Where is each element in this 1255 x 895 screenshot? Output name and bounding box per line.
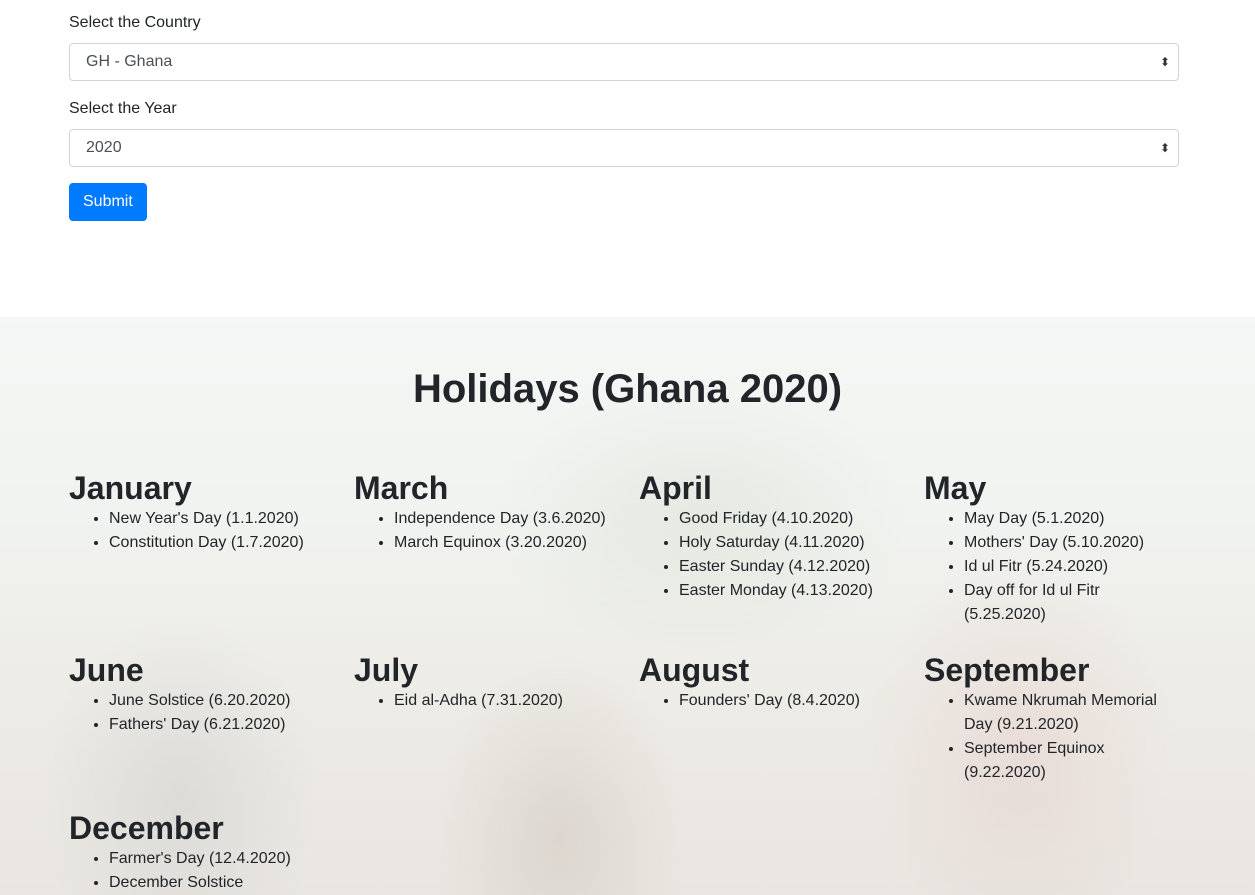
holiday-list: May Day (5.1.2020) Mothers' Day (5.10.20… <box>924 507 1179 627</box>
month-heading: July <box>354 652 419 688</box>
chevron-updown-icon: ⬍ <box>1159 55 1170 69</box>
form-section: Select the Country GH - Ghana ⬍ Select t… <box>0 0 1255 317</box>
month-january: January New Year's Day (1.1.2020) Consti… <box>69 469 324 555</box>
month-heading: March <box>354 470 449 506</box>
chevron-updown-icon: ⬍ <box>1159 141 1170 155</box>
country-select[interactable]: GH - Ghana ⬍ <box>69 43 1179 81</box>
list-item: Kwame Nkrumah Memorial Day (9.21.2020) <box>964 689 1179 737</box>
list-item: Easter Monday (4.13.2020) <box>679 579 894 603</box>
list-item: March Equinox (3.20.2020) <box>394 531 609 555</box>
list-item: May Day (5.1.2020) <box>964 507 1179 531</box>
holiday-list: Farmer's Day (12.4.2020) December Solsti… <box>69 847 324 895</box>
submit-button[interactable]: Submit <box>69 183 147 221</box>
month-heading: September <box>924 652 1090 688</box>
month-july: July Eid al-Adha (7.31.2020) <box>354 651 609 713</box>
holiday-list: Founders' Day (8.4.2020) <box>639 689 894 713</box>
holidays-title: Holidays (Ghana 2020) <box>412 367 843 411</box>
month-december: December Farmer's Day (12.4.2020) Decemb… <box>69 809 324 895</box>
country-label: Select the Country <box>69 14 201 31</box>
holiday-list: Kwame Nkrumah Memorial Day (9.21.2020) S… <box>924 689 1179 785</box>
holiday-list: New Year's Day (1.1.2020) Constitution D… <box>69 507 324 555</box>
month-june: June June Solstice (6.20.2020) Fathers' … <box>69 651 324 737</box>
list-item: Holy Saturday (4.11.2020) <box>679 531 894 555</box>
list-item: Farmer's Day (12.4.2020) <box>109 847 324 871</box>
holiday-list: Good Friday (4.10.2020) Holy Saturday (4… <box>639 507 894 603</box>
list-item: Fathers' Day (6.21.2020) <box>109 713 324 737</box>
month-august: August Founders' Day (8.4.2020) <box>639 651 894 713</box>
list-item: December Solstice <box>109 871 324 895</box>
month-heading: April <box>639 470 712 506</box>
month-april: April Good Friday (4.10.2020) Holy Satur… <box>639 469 894 603</box>
month-heading: December <box>69 810 224 846</box>
holidays-section: Holidays (Ghana 2020) January New Year's… <box>0 317 1255 895</box>
list-item: Mothers' Day (5.10.2020) <box>964 531 1179 555</box>
month-heading: May <box>924 470 987 506</box>
list-item: Good Friday (4.10.2020) <box>679 507 894 531</box>
holiday-list: Eid al-Adha (7.31.2020) <box>354 689 609 713</box>
list-item: Independence Day (3.6.2020) <box>394 507 609 531</box>
month-heading: January <box>69 470 192 506</box>
holiday-list: Independence Day (3.6.2020) March Equino… <box>354 507 609 555</box>
list-item: Id ul Fitr (5.24.2020) <box>964 555 1179 579</box>
list-item: Easter Sunday (4.12.2020) <box>679 555 894 579</box>
year-label: Select the Year <box>69 100 177 117</box>
holiday-list: June Solstice (6.20.2020) Fathers' Day (… <box>69 689 324 737</box>
year-select-value: 2020 <box>86 139 122 156</box>
month-may: May May Day (5.1.2020) Mothers' Day (5.1… <box>924 469 1179 627</box>
country-select-value: GH - Ghana <box>86 53 173 70</box>
list-item: September Equinox (9.22.2020) <box>964 737 1179 785</box>
month-september: September Kwame Nkrumah Memorial Day (9.… <box>924 651 1179 785</box>
list-item: Day off for Id ul Fitr (5.25.2020) <box>964 579 1179 627</box>
year-select[interactable]: 2020 ⬍ <box>69 129 1179 167</box>
month-march: March Independence Day (3.6.2020) March … <box>354 469 609 555</box>
list-item: June Solstice (6.20.2020) <box>109 689 324 713</box>
list-item: Eid al-Adha (7.31.2020) <box>394 689 609 713</box>
list-item: New Year's Day (1.1.2020) <box>109 507 324 531</box>
month-heading: August <box>639 652 750 688</box>
month-heading: June <box>69 652 144 688</box>
list-item: Constitution Day (1.7.2020) <box>109 531 324 555</box>
list-item: Founders' Day (8.4.2020) <box>679 689 894 713</box>
